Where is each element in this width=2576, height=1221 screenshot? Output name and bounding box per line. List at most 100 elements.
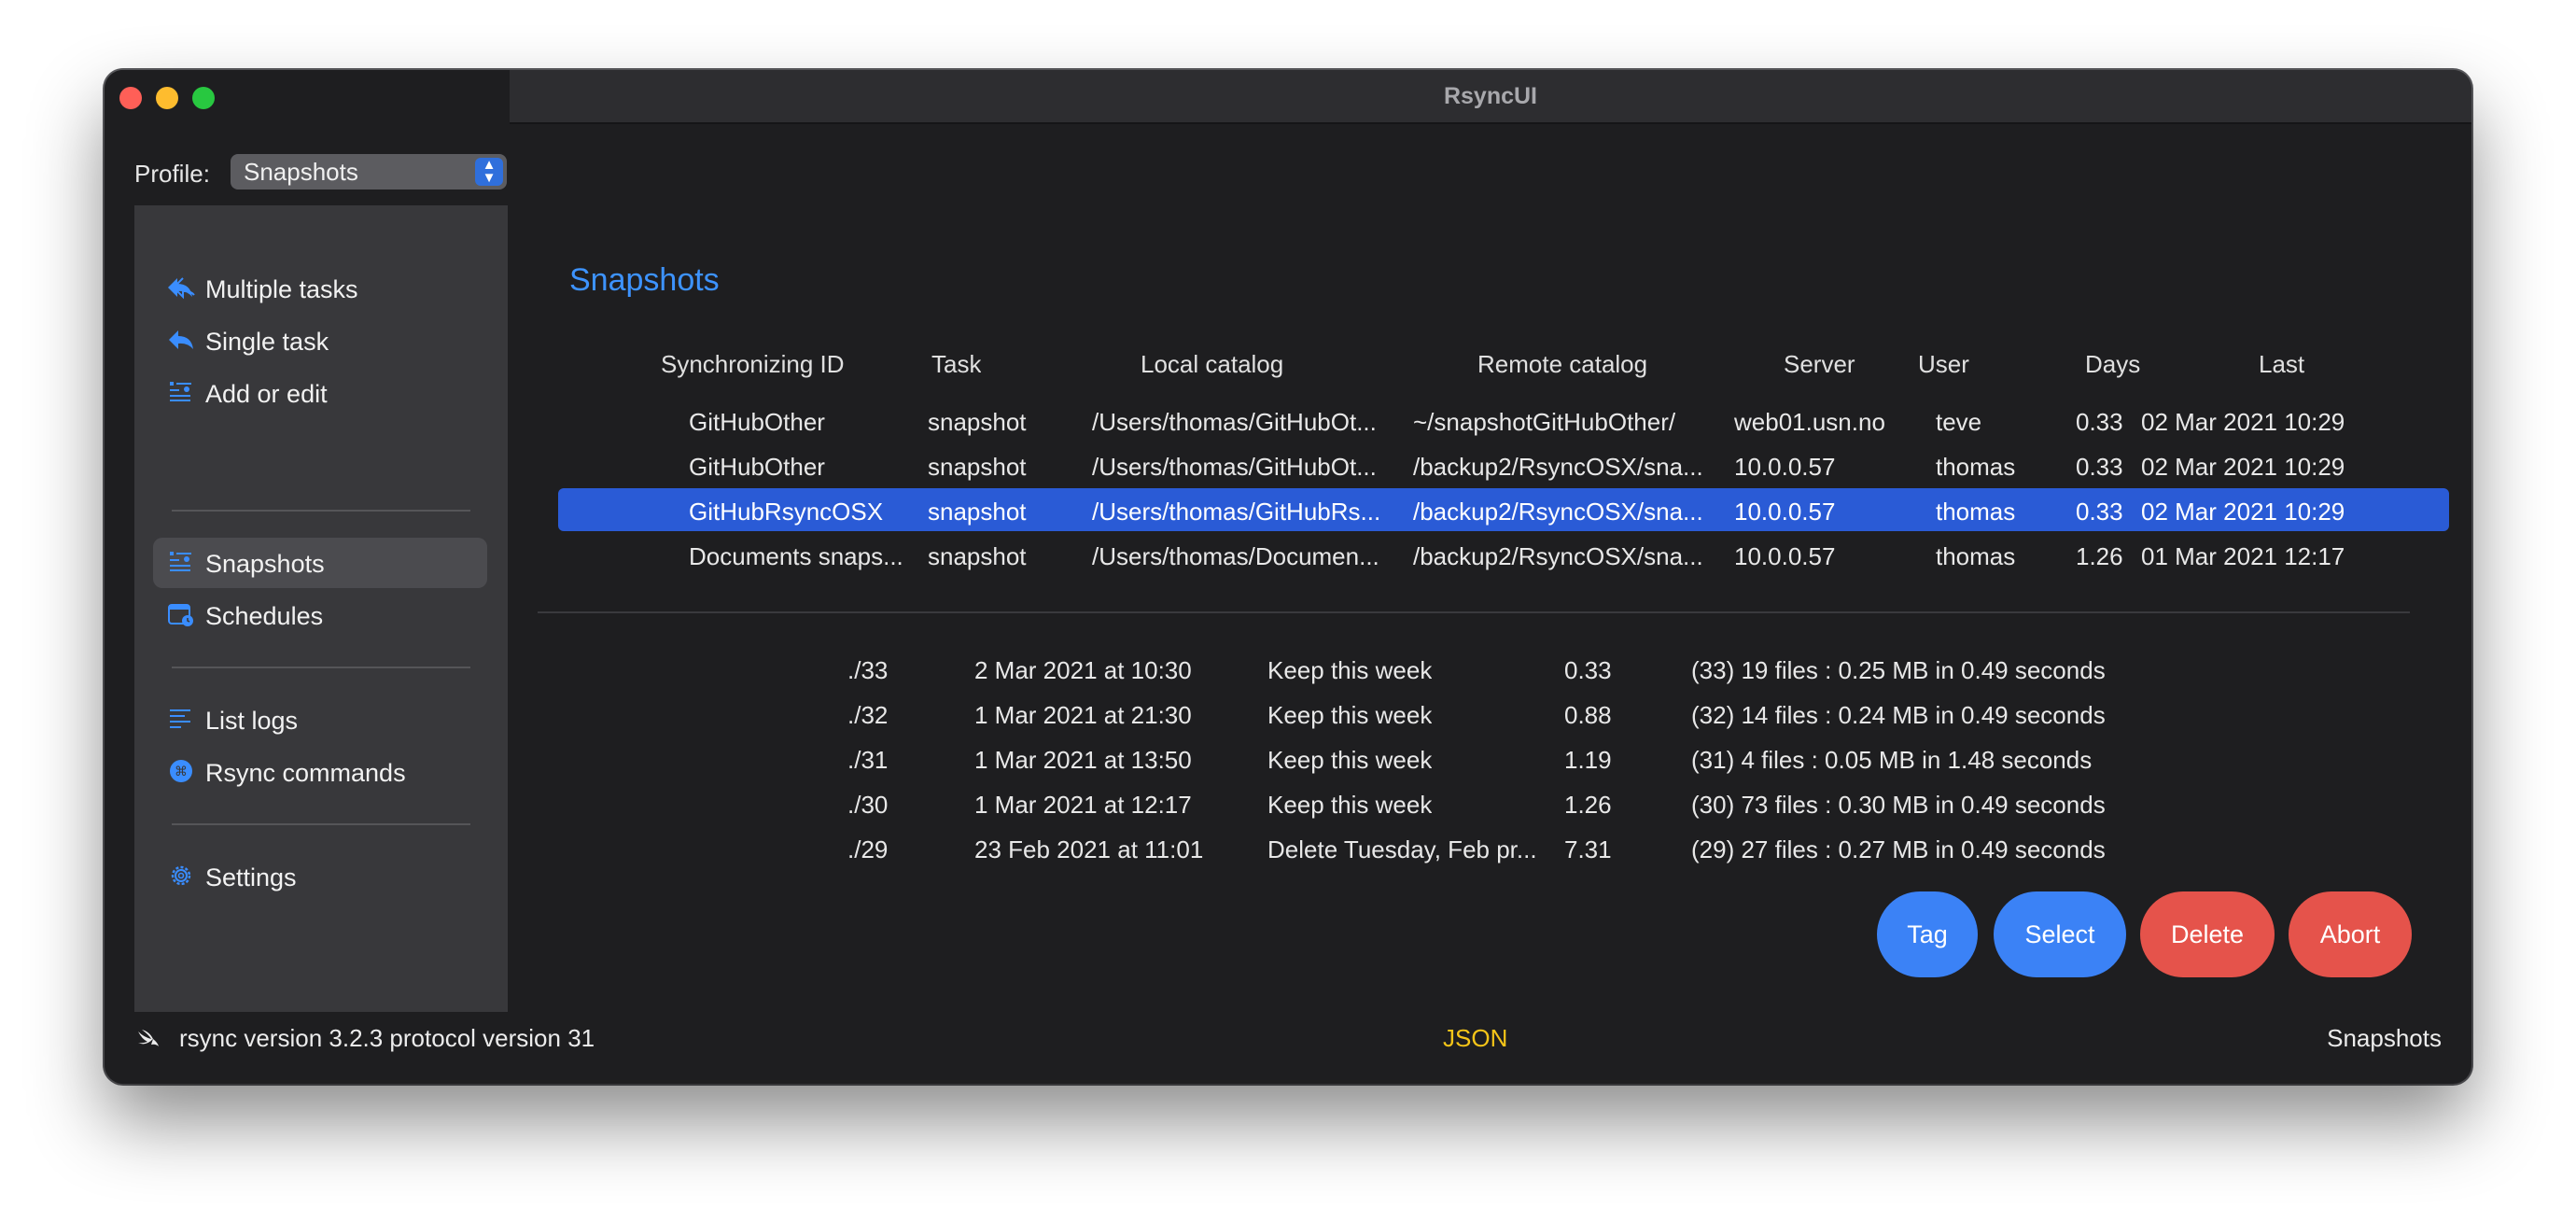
- chevron-updown-icon: ▲ ▼: [475, 158, 503, 186]
- command-circle-icon: ⌘: [166, 758, 196, 786]
- snapshot-info: (29) 27 files : 0.27 MB in 0.49 seconds: [1691, 835, 2106, 863]
- cell-local: /Users/thomas/GitHubOt...: [1092, 408, 1377, 436]
- cell-days: 0.33: [2076, 453, 2123, 481]
- cell-task: snapshot: [928, 498, 1027, 526]
- sidebar-item-add-or-edit[interactable]: Add or edit: [153, 368, 487, 418]
- column-header-days[interactable]: Days: [2085, 350, 2140, 379]
- column-header-task[interactable]: Task: [931, 350, 981, 379]
- sidebar-item-label: Schedules: [205, 602, 324, 630]
- delete-button[interactable]: Delete: [2140, 891, 2275, 977]
- json-mode-indicator: JSON: [1443, 1024, 1508, 1052]
- cell-user: thomas: [1936, 498, 2016, 526]
- cell-task: snapshot: [928, 408, 1027, 436]
- sidebar-item-settings[interactable]: Settings: [153, 851, 487, 902]
- swift-icon: [136, 1028, 161, 1050]
- snapshot-date: 2 Mar 2021 at 10:30: [974, 656, 1192, 684]
- text-lines-icon: [166, 706, 196, 734]
- snapshot-catalog: ./32: [847, 701, 889, 729]
- column-header-user[interactable]: User: [1918, 350, 1969, 379]
- snapshot-days: 1.26: [1564, 791, 1612, 819]
- cell-local: /Users/thomas/Documen...: [1092, 542, 1379, 570]
- column-header-id[interactable]: Synchronizing ID: [661, 350, 845, 379]
- list-person-icon: [166, 549, 196, 577]
- snapshot-date: 1 Mar 2021 at 21:30: [974, 701, 1192, 729]
- cell-local: /Users/thomas/GitHubRs...: [1092, 498, 1381, 526]
- app-window: Profile: Snapshots ▲ ▼ RsyncUI Multiple t…: [105, 70, 2471, 1084]
- tag-button[interactable]: Tag: [1877, 891, 1978, 977]
- cell-id: GitHubOther: [689, 453, 825, 481]
- snapshot-days: 1.19: [1564, 746, 1612, 774]
- cell-user: thomas: [1936, 453, 2016, 481]
- sidebar-item-list-logs[interactable]: List logs: [153, 695, 487, 745]
- snapshot-info: (33) 19 files : 0.25 MB in 0.49 seconds: [1691, 656, 2106, 684]
- column-header-server[interactable]: Server: [1784, 350, 1855, 379]
- snapshot-days: 0.88: [1564, 701, 1612, 729]
- cell-id: GitHubRsyncOSX: [689, 498, 884, 526]
- cell-days: 0.33: [2076, 408, 2123, 436]
- sidebar-divider: [172, 667, 470, 668]
- zoom-window-button[interactable]: [192, 87, 215, 109]
- column-header-local-catalog[interactable]: Local catalog: [1141, 350, 1283, 379]
- snapshot-info: (32) 14 files : 0.24 MB in 0.49 seconds: [1691, 701, 2106, 729]
- cell-days: 0.33: [2076, 498, 2123, 526]
- window-title: RsyncUI: [1443, 83, 1538, 109]
- column-header-remote-catalog[interactable]: Remote catalog: [1477, 350, 1647, 379]
- snapshot-date: 1 Mar 2021 at 12:17: [974, 791, 1192, 819]
- select-button[interactable]: Select: [1994, 891, 2126, 977]
- snapshot-date: 1 Mar 2021 at 13:50: [974, 746, 1192, 774]
- snapshot-days: 7.31: [1564, 835, 1612, 863]
- close-window-button[interactable]: [119, 87, 142, 109]
- sidebar-item-rsync-commands[interactable]: ⌘ Rsync commands: [153, 747, 487, 797]
- profile-select[interactable]: Snapshots ▲ ▼: [231, 154, 507, 189]
- cell-last: 02 Mar 2021 10:29: [2141, 453, 2345, 481]
- snapshot-plan: Keep this week: [1267, 791, 1433, 819]
- gear-icon: [166, 863, 196, 891]
- snapshot-catalog: ./33: [847, 656, 889, 684]
- cell-last: 02 Mar 2021 10:29: [2141, 498, 2345, 526]
- cell-task: snapshot: [928, 542, 1027, 570]
- list-person-icon: [166, 379, 196, 407]
- sidebar-divider: [172, 510, 470, 512]
- cell-days: 1.26: [2076, 542, 2123, 570]
- snapshot-date: 23 Feb 2021 at 11:01: [974, 835, 1204, 863]
- sidebar-item-label: Single task: [205, 328, 329, 356]
- double-arrow-back-icon: [166, 274, 196, 302]
- sidebar-item-label: Rsync commands: [205, 759, 406, 787]
- sidebar-item-snapshots[interactable]: Snapshots: [153, 538, 487, 588]
- title-bar: RsyncUI: [510, 70, 2471, 124]
- column-header-last[interactable]: Last: [2259, 350, 2304, 379]
- profile-select-value: Snapshots: [244, 158, 358, 186]
- snapshot-catalog: ./31: [847, 746, 889, 774]
- abort-button[interactable]: Abort: [2289, 891, 2412, 977]
- cell-remote: /backup2/RsyncOSX/sna...: [1413, 453, 1703, 481]
- sidebar-item-multiple-tasks[interactable]: Multiple tasks: [153, 263, 487, 314]
- sidebar-item-label: Multiple tasks: [205, 275, 358, 303]
- calendar-clock-icon: [166, 601, 196, 629]
- cell-server: web01.usn.no: [1734, 408, 1885, 436]
- cell-id: Documents snaps...: [689, 542, 903, 570]
- snapshot-plan: Keep this week: [1267, 656, 1433, 684]
- current-profile-text: Snapshots: [2327, 1024, 2442, 1052]
- cell-id: GitHubOther: [689, 408, 825, 436]
- section-divider: [538, 611, 2410, 613]
- sidebar-item-label: Snapshots: [205, 550, 325, 578]
- sidebar-header: Profile: Snapshots ▲ ▼: [105, 70, 510, 205]
- sidebar-item-schedules[interactable]: Schedules: [153, 590, 487, 640]
- sidebar-divider: [172, 823, 470, 825]
- snapshot-info: (31) 4 files : 0.05 MB in 1.48 seconds: [1691, 746, 2093, 774]
- cell-last: 01 Mar 2021 12:17: [2141, 542, 2345, 570]
- snapshot-plan: Keep this week: [1267, 746, 1433, 774]
- svg-text:⌘: ⌘: [175, 765, 188, 779]
- snapshot-catalog: ./29: [847, 835, 889, 863]
- snapshot-plan: Keep this week: [1267, 701, 1433, 729]
- page-title: Snapshots: [569, 262, 720, 298]
- cell-last: 02 Mar 2021 10:29: [2141, 408, 2345, 436]
- cell-remote: ~/snapshotGitHubOther/: [1413, 408, 1676, 436]
- cell-user: teve: [1936, 408, 1982, 436]
- minimize-window-button[interactable]: [156, 87, 178, 109]
- cell-user: thomas: [1936, 542, 2016, 570]
- sidebar-item-single-task[interactable]: Single task: [153, 316, 487, 366]
- cell-remote: /backup2/RsyncOSX/sna...: [1413, 498, 1703, 526]
- sidebar-item-label: Settings: [205, 863, 297, 891]
- cell-local: /Users/thomas/GitHubOt...: [1092, 453, 1377, 481]
